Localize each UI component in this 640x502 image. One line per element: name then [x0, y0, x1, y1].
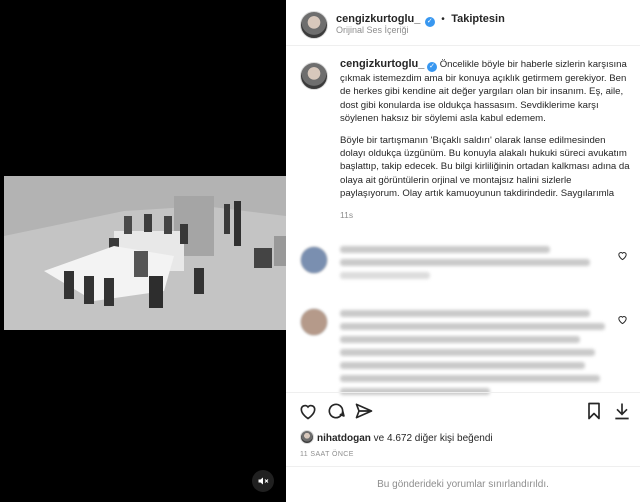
verified-badge-icon: ✓	[424, 17, 435, 27]
dot-separator: •	[441, 14, 445, 25]
caption-username[interactable]: cengizkurtoglu_	[340, 58, 424, 70]
comment-avatar[interactable]	[300, 308, 328, 336]
comment-content	[340, 246, 610, 285]
cctv-scene	[4, 176, 286, 330]
following-button[interactable]: Takiptesin	[451, 13, 505, 25]
speaker-muted-icon	[258, 477, 269, 485]
liker-username[interactable]: nihatdogan	[317, 433, 371, 444]
caption: cengizkurtoglu_ ✓ Öncelikle böyle bir ha…	[300, 58, 630, 222]
send-icon[interactable]	[354, 401, 374, 421]
video-frame[interactable]	[4, 176, 286, 330]
comment-heart-icon[interactable]	[617, 314, 628, 325]
caption-paragraph-2: Böyle bir tartışmanın 'Bıçaklı saldırı' …	[340, 134, 630, 200]
caption-paragraph-1: cengizkurtoglu_ ✓ Öncelikle böyle bir ha…	[340, 58, 630, 126]
comment-content	[340, 310, 610, 401]
caption-avatar[interactable]	[300, 62, 328, 90]
author-avatar[interactable]	[300, 11, 328, 39]
post-header: cengizkurtoglu_ ✓ • Takiptesin Orijinal …	[286, 0, 640, 46]
action-bar	[286, 392, 640, 426]
heart-icon[interactable]	[298, 401, 318, 421]
post-time[interactable]: 11 SAAT ÖNCE	[300, 451, 354, 458]
author-username[interactable]: cengizkurtoglu_	[336, 13, 420, 25]
likes-rest[interactable]: ve 4.672 diğer kişi beğendi	[371, 433, 493, 444]
mute-button[interactable]	[252, 470, 274, 492]
liker-avatar[interactable]	[300, 430, 314, 444]
verified-badge-icon: ✓	[427, 62, 438, 72]
comment-icon[interactable]	[326, 401, 346, 421]
bookmark-icon[interactable]	[584, 401, 604, 421]
comment-avatar[interactable]	[300, 246, 328, 274]
post-panel: cengizkurtoglu_ ✓ • Takiptesin Orijinal …	[286, 0, 640, 502]
audio-label[interactable]: Orijinal Ses İçeriği	[336, 25, 409, 35]
likes-line: nihatdogan ve 4.672 diğer kişi beğendi	[300, 430, 493, 444]
caption-time: 11s	[340, 209, 354, 220]
download-icon[interactable]	[612, 401, 632, 421]
post-media	[0, 0, 286, 502]
comment-heart-icon[interactable]	[617, 250, 628, 261]
comments-restricted-notice: Bu gönderideki yorumlar sınırlandırıldı.	[286, 466, 640, 502]
